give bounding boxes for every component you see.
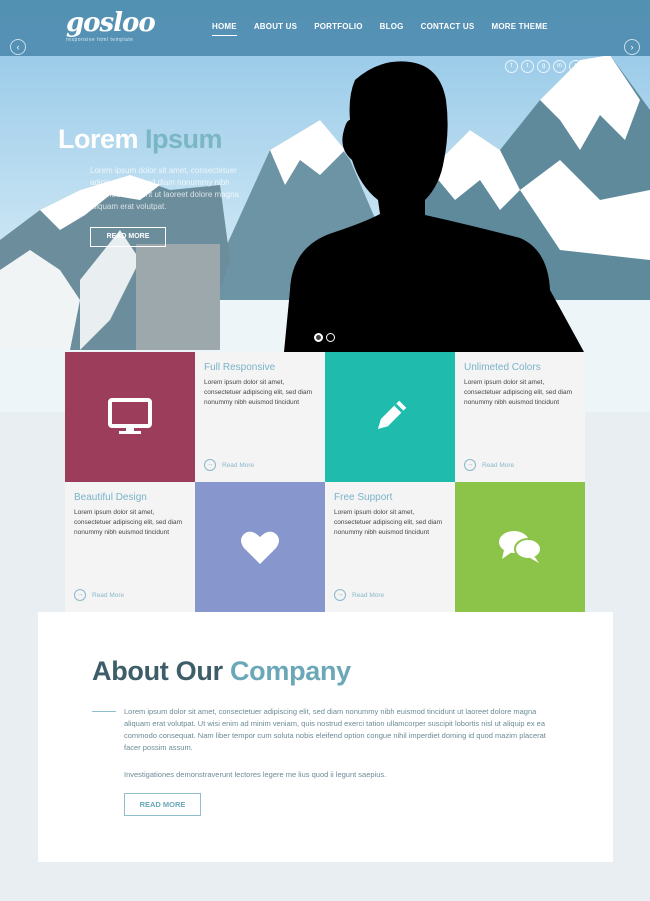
feature-body: Lorem ipsum dolor sit amet, consectetuer… — [334, 509, 443, 536]
feature-body: Lorem ipsum dolor sit amet, consectetuer… — [74, 509, 183, 536]
main-nav: HOME ABOUT US PORTFOLIO BLOG CONTACT US … — [212, 22, 565, 36]
pencil-icon — [377, 400, 407, 430]
feature-full-responsive: Full Responsive Lorem ipsum dolor sit am… — [188, 352, 325, 482]
feature-body: Lorem ipsum dolor sit amet, consectetuer… — [464, 379, 573, 406]
read-more-label: Read More — [222, 461, 255, 469]
twitter-icon[interactable]: t — [521, 60, 534, 73]
hero-title-main: Lorem — [58, 124, 139, 154]
hero-read-more-button[interactable]: READ MORE — [90, 227, 166, 247]
linkedin-icon[interactable]: in — [553, 60, 566, 73]
social-links: f t g in r — [505, 60, 582, 73]
nav-about-us[interactable]: ABOUT US — [254, 22, 297, 36]
arrow-right-circle-icon: → — [204, 459, 216, 471]
about-title-main: About Our — [92, 656, 223, 686]
feature-icon-tile-responsive — [65, 352, 195, 482]
read-more-label: Read More — [482, 461, 515, 469]
chevron-left-icon[interactable]: ‹ — [10, 39, 26, 55]
feature-title: Free Support — [334, 492, 393, 503]
about-paragraph-1: Lorem ipsum dolor sit amet, consectetuer… — [124, 707, 546, 752]
nav-more-theme[interactable]: MORE THEME — [491, 22, 547, 36]
slider-dots — [314, 333, 335, 342]
nav-home[interactable]: HOME — [212, 22, 237, 36]
read-more-label: Read More — [352, 591, 385, 599]
heart-icon — [241, 531, 279, 564]
hero-title-accent: Ipsum — [145, 124, 223, 154]
feature-read-more-link[interactable]: → Read More — [464, 459, 514, 471]
chevron-right-icon[interactable]: › — [624, 39, 640, 55]
monitor-icon — [108, 398, 152, 434]
site-header: gosloo responsive html template HOME ABO… — [0, 0, 650, 56]
nav-portfolio[interactable]: PORTFOLIO — [314, 22, 362, 36]
feature-icon-tile-colors — [325, 352, 455, 482]
nav-contact-us[interactable]: CONTACT US — [421, 22, 475, 36]
hero-title: Lorem Ipsum — [58, 124, 223, 155]
feature-read-more-link[interactable]: → Read More — [74, 589, 124, 601]
facebook-icon[interactable]: f — [505, 60, 518, 73]
feature-icon-tile-support — [455, 482, 585, 612]
about-title-accent: Company — [229, 656, 351, 686]
about-read-more-button[interactable]: READ MORE — [124, 793, 201, 816]
slider-dot-2[interactable] — [326, 333, 335, 342]
features-grid: Full Responsive Lorem ipsum dolor sit am… — [65, 352, 585, 612]
googleplus-icon[interactable]: g — [537, 60, 550, 73]
feature-body: Lorem ipsum dolor sit amet, consectetuer… — [204, 379, 313, 406]
logo[interactable]: gosloo responsive html template — [66, 8, 156, 43]
nav-blog[interactable]: BLOG — [380, 22, 404, 36]
feature-title: Beautiful Design — [74, 492, 147, 503]
feature-title: Unlimeted Colors — [464, 362, 541, 373]
about-divider — [92, 711, 116, 712]
about-paragraph-2: Investigationes demonstraverunt lectores… — [124, 770, 387, 779]
about-section: About Our Company Lorem ipsum dolor sit … — [38, 612, 613, 862]
slider-dot-1[interactable] — [314, 333, 323, 342]
logo-text: gosloo — [66, 8, 156, 38]
arrow-right-circle-icon: → — [464, 459, 476, 471]
rss-icon[interactable]: r — [569, 60, 582, 73]
arrow-right-circle-icon: → — [74, 589, 86, 601]
feature-free-support: Free Support Lorem ipsum dolor sit amet,… — [325, 482, 462, 612]
feature-read-more-link[interactable]: → Read More — [334, 589, 384, 601]
feature-icon-tile-design — [195, 482, 325, 612]
read-more-label: Read More — [92, 591, 125, 599]
about-title: About Our Company — [92, 656, 351, 687]
arrow-right-circle-icon: → — [334, 589, 346, 601]
feature-title: Full Responsive — [204, 362, 276, 373]
feature-beautiful-design: Beautiful Design Lorem ipsum dolor sit a… — [65, 482, 202, 612]
chat-bubbles-icon — [499, 531, 542, 563]
feature-unlimited-colors: Unlimeted Colors Lorem ipsum dolor sit a… — [448, 352, 585, 482]
hero-text: Lorem ipsum dolor sit amet, consectetuer… — [90, 166, 239, 211]
feature-read-more-link[interactable]: → Read More — [204, 459, 254, 471]
